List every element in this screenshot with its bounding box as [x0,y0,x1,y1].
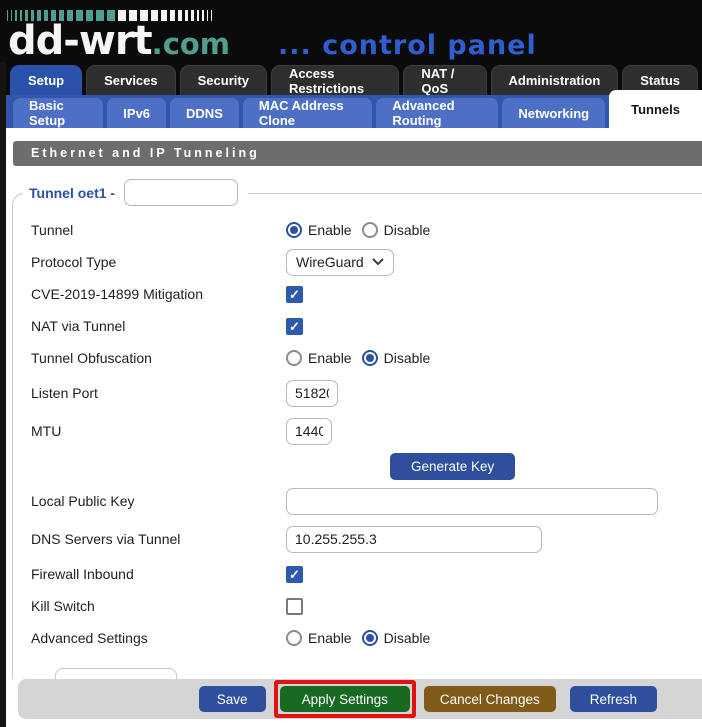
clipped-element-top [55,668,177,679]
tunnel-radio-group: Enable Disable [286,222,440,238]
dns-servers-label: DNS Servers via Tunnel [31,531,286,547]
obfuscation-enable-label: Enable [308,350,352,366]
row-dns-servers: DNS Servers via Tunnel [31,520,702,558]
app-header: dd-wrt .com ... control panel [0,0,702,62]
tunnel-disable-radio[interactable] [362,222,378,238]
subtab-mac-address-clone[interactable]: MAC Address Clone [243,98,373,128]
subtab-tunnels[interactable]: Tunnels [609,90,702,128]
logo-ddwrt: dd-wrt [8,18,152,64]
row-protocol-type: Protocol Type WireGuard [31,246,702,278]
tab-nat-qos[interactable]: NAT / QoS [403,65,486,95]
sub-tab-bar: Basic Setup IPv6 DDNS MAC Address Clone … [6,95,702,128]
tunnel-fieldset: Tunnel oet1 - Tunnel Enable Disable Prot… [12,193,702,679]
main-tab-bar: Setup Services Security Access Restricti… [0,62,702,95]
row-local-public-key: Local Public Key [31,482,702,520]
subtab-basic-setup[interactable]: Basic Setup [13,98,103,128]
page-content: Ethernet and IP Tunneling Tunnel oet1 - … [6,141,702,727]
nat-via-tunnel-label: NAT via Tunnel [31,318,286,334]
annotation-highlight: Apply Settings [274,680,416,718]
tunnel-disable-label: Disable [384,222,431,238]
tab-setup[interactable]: Setup [10,65,82,95]
logo-tagline: ... control panel [278,30,537,61]
tab-administration[interactable]: Administration [491,65,619,95]
tab-security[interactable]: Security [180,65,267,95]
row-advanced-settings: Advanced Settings Enable Disable [31,622,702,654]
advanced-enable-radio[interactable] [286,630,302,646]
advanced-settings-label: Advanced Settings [31,630,286,646]
advanced-disable-radio[interactable] [362,630,378,646]
generate-key-button[interactable]: Generate Key [390,453,515,480]
listen-port-label: Listen Port [31,385,286,401]
listen-port-input[interactable] [286,380,338,407]
row-firewall-inbound: Firewall Inbound [31,558,702,590]
nat-via-tunnel-checkbox[interactable] [286,318,303,335]
dns-servers-input[interactable] [286,526,542,553]
protocol-type-value: WireGuard [296,254,372,270]
subtab-ddns[interactable]: DDNS [170,98,239,128]
local-public-key-label: Local Public Key [31,493,286,509]
kill-switch-label: Kill Switch [31,598,286,614]
tunnel-enable-label: Enable [308,222,352,238]
row-tunnel-obfuscation: Tunnel Obfuscation Enable Disable [31,342,702,374]
obfuscation-radio-group: Enable Disable [286,350,440,366]
section-title: Ethernet and IP Tunneling [13,141,702,166]
obfuscation-enable-radio[interactable] [286,350,302,366]
tunnel-obfuscation-label: Tunnel Obfuscation [31,350,286,366]
subtab-networking[interactable]: Networking [502,98,605,128]
row-generate-key: Generate Key [31,450,702,482]
row-cve-mitigation: CVE-2019-14899 Mitigation [31,278,702,310]
advanced-enable-label: Enable [308,630,352,646]
page-left-border [0,62,6,727]
tab-access-restrictions[interactable]: Access Restrictions [271,65,399,95]
firewall-inbound-checkbox[interactable] [286,566,303,583]
local-public-key-input[interactable] [286,488,658,515]
refresh-button[interactable]: Refresh [570,686,657,712]
cancel-changes-button[interactable]: Cancel Changes [424,686,556,712]
action-bar: Save Apply Settings Cancel Changes Refre… [18,679,702,719]
row-listen-port: Listen Port [31,374,702,412]
tab-services[interactable]: Services [86,65,176,95]
chevron-down-icon [372,258,384,266]
advanced-radio-group: Enable Disable [286,630,440,646]
subtab-advanced-routing[interactable]: Advanced Routing [376,98,498,128]
row-nat-via-tunnel: NAT via Tunnel [31,310,702,342]
obfuscation-disable-radio[interactable] [362,350,378,366]
protocol-type-select[interactable]: WireGuard [286,249,394,276]
tunnel-label: Tunnel [31,222,286,238]
logo-domain: .com [152,27,230,61]
tunnel-legend-label: Tunnel oet1 - [29,185,115,201]
row-mtu: MTU [31,412,702,450]
protocol-type-label: Protocol Type [31,254,286,270]
row-kill-switch: Kill Switch [31,590,702,622]
cve-mitigation-checkbox[interactable] [286,286,303,303]
kill-switch-checkbox[interactable] [286,598,303,615]
subtab-ipv6[interactable]: IPv6 [107,98,166,128]
mtu-label: MTU [31,423,286,439]
mtu-input[interactable] [286,418,332,445]
advanced-disable-label: Disable [384,630,431,646]
apply-settings-button[interactable]: Apply Settings [280,686,410,712]
row-tunnel: Tunnel Enable Disable [31,214,702,246]
tunnel-name-input[interactable] [124,179,238,206]
cve-mitigation-label: CVE-2019-14899 Mitigation [31,286,286,302]
obfuscation-disable-label: Disable [384,350,431,366]
save-button[interactable]: Save [199,686,266,712]
tunnel-enable-radio[interactable] [286,222,302,238]
firewall-inbound-label: Firewall Inbound [31,566,286,582]
